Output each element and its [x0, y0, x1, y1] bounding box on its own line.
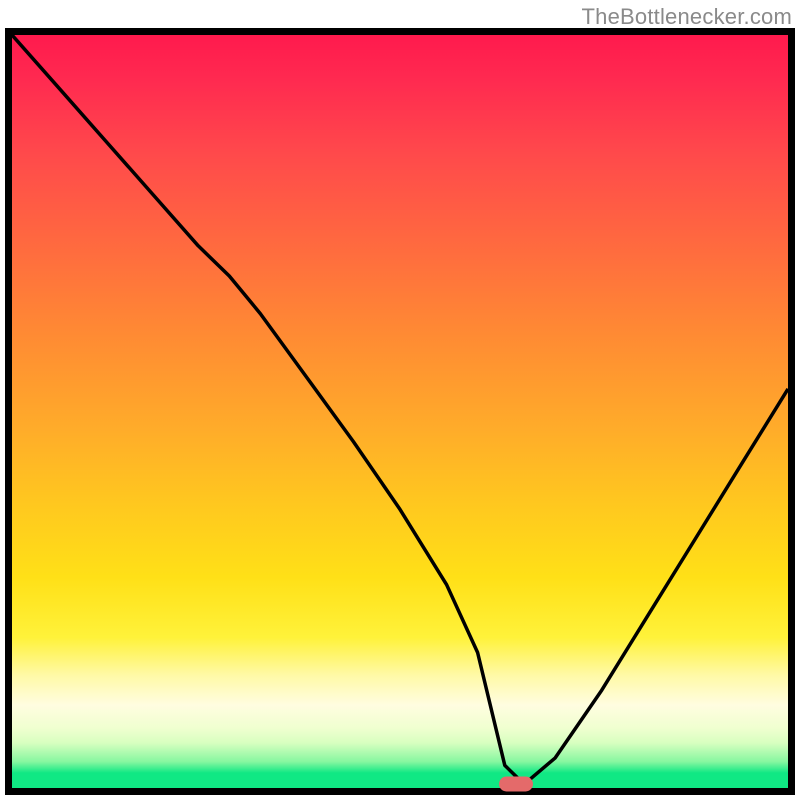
curve-path: [12, 35, 788, 784]
bottleneck-curve: [12, 35, 788, 788]
optimum-marker-icon: [499, 777, 533, 792]
plot-area: [5, 28, 795, 795]
attribution-label: TheBottlenecker.com: [582, 4, 792, 30]
